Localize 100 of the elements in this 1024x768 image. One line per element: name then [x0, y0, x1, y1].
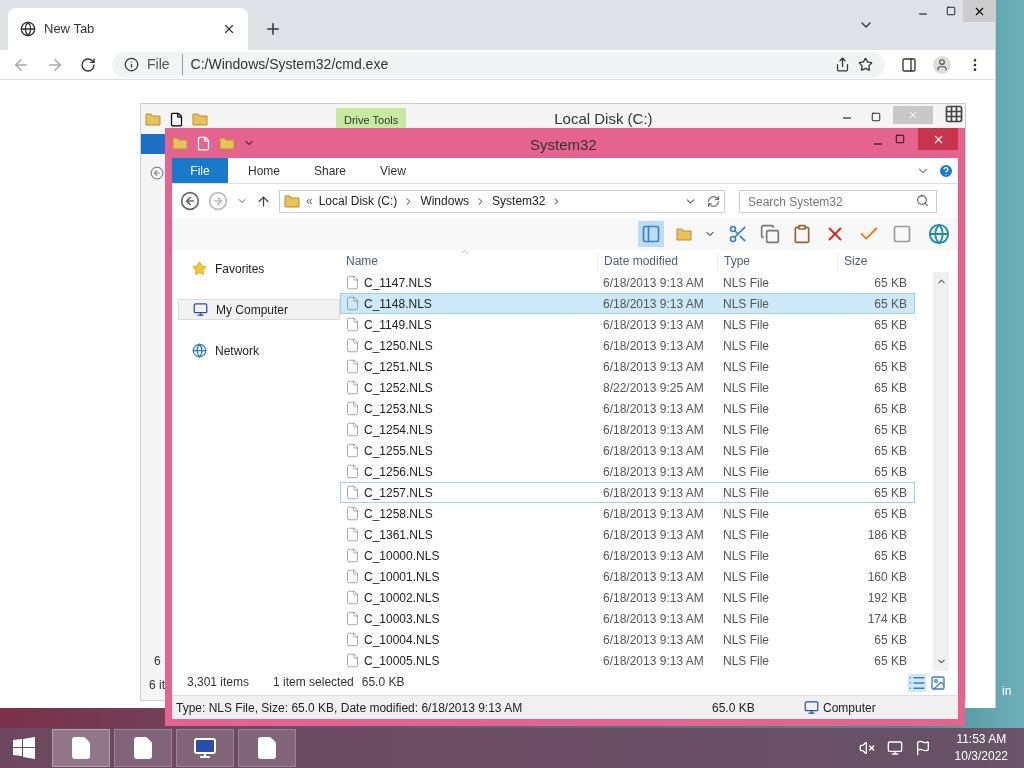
details-view-icon[interactable]: [908, 674, 926, 692]
size-cell-text: 65 KB: [873, 421, 908, 439]
column-header[interactable]: Size: [838, 252, 908, 270]
maximize-icon[interactable]: [871, 112, 881, 122]
maximize-icon[interactable]: [946, 6, 956, 16]
file-icon: [345, 569, 360, 584]
address-bar[interactable]: File C:/Windows/System32/cmd.exe: [112, 51, 885, 78]
status-size: 65.0 KB: [712, 699, 756, 717]
help-icon[interactable]: [938, 162, 954, 179]
file-name: C_1148.NLS: [364, 295, 432, 313]
size-cell-text: 65 KB: [873, 337, 908, 355]
breadcrumb[interactable]: Local Disk (C:): [318, 192, 398, 210]
clock[interactable]: 11:53 AM 10/3/2022: [954, 731, 1008, 765]
copy-icon[interactable]: [760, 224, 780, 244]
file-icon: [345, 422, 360, 437]
type-cell-text: NLS File: [722, 484, 770, 502]
type-cell-text: NLS File: [722, 610, 770, 628]
sidebar-item[interactable]: My Computer: [178, 299, 340, 320]
file-icon: [345, 317, 360, 332]
size-cell-text: 160 KB: [866, 568, 908, 586]
column-header[interactable]: Name: [340, 252, 598, 270]
shell-icon[interactable]: [928, 223, 950, 245]
taskbar-button[interactable]: [176, 729, 234, 767]
thumbnail-view-icon[interactable]: [930, 675, 946, 691]
close-icon: [907, 109, 919, 121]
selection-text: 1 item selected 65.0 KB: [273, 674, 405, 691]
sidebar-item[interactable]: Favorites: [178, 258, 340, 279]
taskbar-button[interactable]: [238, 729, 296, 767]
back-icon[interactable]: [180, 191, 200, 211]
preview-pane-icon[interactable]: [638, 221, 664, 247]
rename-icon[interactable]: [892, 224, 912, 244]
file-row[interactable]: C_1148.NLS 6/18/2013 9:13 AM NLS File 65 KB: [340, 293, 915, 314]
browser-tab[interactable]: New Tab: [8, 8, 248, 50]
document-icon: [69, 736, 93, 760]
size-cell-text: 65 KB: [873, 631, 908, 649]
file-icon: [345, 275, 360, 290]
type-cell-text: NLS File: [722, 337, 770, 355]
size-cell-text: 65 KB: [873, 274, 908, 292]
type-cell-text: NLS File: [722, 295, 770, 313]
muted-speaker-icon[interactable]: [858, 740, 875, 756]
type-cell-text: NLS File: [722, 274, 770, 292]
maximize-icon[interactable]: [895, 134, 905, 144]
reload-icon[interactable]: [80, 56, 96, 73]
ribbon-tab[interactable]: Share: [300, 158, 361, 183]
breadcrumb[interactable]: Windows: [420, 192, 470, 210]
type-cell-text: NLS File: [722, 316, 770, 334]
file-icon: [345, 359, 360, 374]
size-cell-text: 65 KB: [873, 505, 908, 523]
file-icon: [345, 506, 360, 521]
column-header[interactable]: Date modified: [598, 252, 718, 270]
file-row[interactable]: C_1257.NLS 6/18/2013 9:13 AM NLS File 65 KB: [340, 482, 915, 503]
flag-icon[interactable]: [914, 740, 931, 756]
ribbon-tab[interactable]: View: [366, 158, 420, 183]
type-cell-text: NLS File: [722, 652, 770, 670]
date-cell-text: 6/18/2013 9:13 AM: [602, 652, 705, 670]
file-name: C_1147.NLS: [364, 274, 432, 292]
date-cell-text: 6/18/2013 9:13 AM: [602, 484, 705, 502]
new-tab-icon[interactable]: [264, 20, 282, 38]
back-icon[interactable]: [150, 166, 164, 180]
size-cell-text: 65 KB: [873, 400, 908, 418]
date-cell-text: 6/18/2013 9:13 AM: [602, 274, 705, 292]
close-tab-icon[interactable]: [222, 22, 236, 36]
date-cell-text: 6/18/2013 9:13 AM: [602, 505, 705, 523]
drive-icon: [145, 111, 161, 127]
taskbar-button[interactable]: [52, 729, 110, 767]
profile-icon[interactable]: [933, 55, 951, 74]
up-icon[interactable]: [256, 193, 271, 209]
share-icon[interactable]: [835, 57, 850, 72]
date-cell-text: 6/18/2013 9:13 AM: [602, 337, 705, 355]
address-bar[interactable]: « Local Disk (C:) Windows System32: [279, 189, 725, 213]
type-cell-text: NLS File: [722, 421, 770, 439]
scrollbar[interactable]: [933, 272, 949, 671]
file-name: C_10001.NLS: [364, 568, 440, 586]
refresh-icon[interactable]: [707, 194, 720, 208]
ribbon-tab[interactable]: Home: [234, 158, 294, 183]
size-cell-text: 65 KB: [873, 316, 908, 334]
network-icon[interactable]: [886, 740, 903, 756]
sidebar-item[interactable]: Network: [178, 340, 340, 361]
size-cell-text: 192 KB: [866, 589, 908, 607]
size-cell-text: 65 KB: [873, 442, 908, 460]
overflow-chevron[interactable]: «: [306, 192, 313, 210]
side-panel-icon[interactable]: [901, 56, 917, 73]
windows-logo-icon[interactable]: [13, 737, 35, 759]
paste-icon[interactable]: [792, 224, 812, 244]
search-field[interactable]: Search System32: [739, 190, 937, 214]
close-button[interactable]: [963, 0, 996, 22]
properties-icon[interactable]: [169, 111, 184, 127]
cut-icon[interactable]: [728, 224, 748, 244]
file-icon: [345, 464, 360, 479]
breadcrumb[interactable]: System32: [492, 192, 546, 210]
grid-icon[interactable]: [944, 104, 964, 124]
taskbar-button[interactable]: [114, 729, 172, 767]
new-folder-icon: [219, 135, 235, 151]
item-count: 3,301 items: [187, 674, 250, 691]
column-header[interactable]: Type: [718, 252, 838, 270]
date-cell-text: 6/18/2013 9:13 AM: [602, 421, 705, 439]
bookmark-icon[interactable]: [858, 57, 873, 72]
file-tab[interactable]: File: [172, 158, 228, 183]
size-cell-text: 65 KB: [873, 358, 908, 376]
date-cell-text: 6/18/2013 9:13 AM: [602, 526, 705, 544]
